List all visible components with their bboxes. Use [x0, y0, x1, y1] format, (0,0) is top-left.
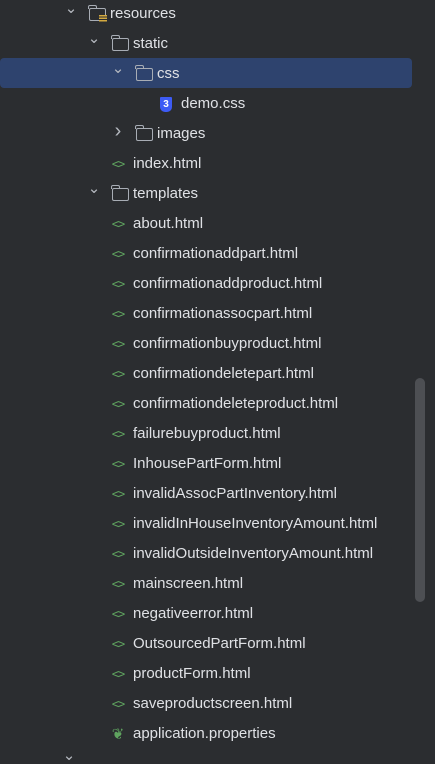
html-file-icon: <> [111, 157, 125, 171]
tree-item-label: negativeerror.html [133, 604, 254, 622]
html-file-icon: <> [111, 337, 125, 351]
html-file-icon: <> [111, 697, 125, 711]
tree-item[interactable]: 3 demo.css [0, 88, 412, 118]
tree-item-label: mainscreen.html [133, 574, 244, 592]
tree-item-label: confirmationbuyproduct.html [133, 334, 322, 352]
html-file-icon: <> [111, 427, 125, 441]
html-file-icon: <> [111, 517, 125, 531]
tree-item[interactable]: <> confirmationdeleteproduct.html [0, 388, 412, 418]
tree-item[interactable]: <> mainscreen.html [0, 568, 412, 598]
tree-item-label: confirmationaddproduct.html [133, 274, 323, 292]
html-file-icon: <> [111, 487, 125, 501]
tree-item-label: saveproductscreen.html [133, 694, 293, 712]
tree-item-label: failurebuyproduct.html [133, 424, 281, 442]
chevron-down-icon[interactable]: ⌄ [87, 180, 101, 197]
tree-item[interactable]: ⌄ resources [0, 0, 412, 28]
html-file-icon: <> [111, 457, 125, 471]
tree-item-label: images [157, 124, 206, 142]
tree-item[interactable]: <> confirmationassocpart.html [0, 298, 412, 328]
html-file-icon: <> [111, 607, 125, 621]
tree-item[interactable]: <> saveproductscreen.html [0, 688, 412, 718]
folder-icon [134, 124, 153, 142]
tree-item-label: css [157, 64, 180, 82]
spring-properties-icon: ❦ [111, 726, 125, 743]
tree-item-label: OutsourcedPartForm.html [133, 634, 306, 652]
html-file-icon: <> [111, 547, 125, 561]
html-file-icon: <> [111, 397, 125, 411]
html-file-icon: <> [111, 577, 125, 591]
html-file-icon: <> [111, 637, 125, 651]
tree-item[interactable]: ⌄ css [0, 58, 412, 88]
tree-item[interactable]: <> about.html [0, 208, 412, 238]
tree-item-label: demo.css [181, 94, 246, 112]
tree-item[interactable]: <> confirmationaddpart.html [0, 238, 412, 268]
tree-item-label: InhousePartForm.html [133, 454, 282, 472]
html-file-icon: <> [111, 307, 125, 321]
tree-item-label: about.html [133, 214, 204, 232]
tree-item[interactable]: ⌄ templates [0, 178, 412, 208]
html-file-icon: <> [111, 667, 125, 681]
tree-item[interactable]: <> InhousePartForm.html [0, 448, 412, 478]
tree-item[interactable]: <> negativeerror.html [0, 598, 412, 628]
chevron-right-icon[interactable]: › [111, 120, 125, 142]
tree-item[interactable]: <> invalidInHouseInventoryAmount.html [0, 508, 412, 538]
tree-item-label: confirmationassocpart.html [133, 304, 313, 322]
tree-item-label: resources [110, 4, 176, 22]
html-file-icon: <> [111, 247, 125, 261]
tree-item[interactable]: <> confirmationdeletepart.html [0, 358, 412, 388]
vertical-scrollbar[interactable] [415, 378, 425, 602]
tree-item[interactable]: <> productForm.html [0, 658, 412, 688]
tree-item-label: confirmationdeletepart.html [133, 364, 314, 382]
tree-item[interactable]: <> index.html [0, 148, 412, 178]
tree-item-label: index.html [133, 154, 202, 172]
folder-icon [110, 184, 129, 202]
tree-item-label: productForm.html [133, 664, 251, 682]
tree-item[interactable]: <> failurebuyproduct.html [0, 418, 412, 448]
tree-item[interactable]: ❦ application.properties [0, 718, 412, 748]
tree-item[interactable]: ⌄ static [0, 28, 412, 58]
tree-item[interactable]: <> invalidOutsideInventoryAmount.html [0, 538, 412, 568]
css-file-icon: 3 [157, 96, 175, 112]
html-file-icon: <> [111, 217, 125, 231]
tree-item[interactable]: <> OutsourcedPartForm.html [0, 628, 412, 658]
chevron-down-icon[interactable]: ⌄ [62, 747, 76, 764]
chevron-down-icon[interactable]: ⌄ [87, 30, 101, 47]
folder-icon [87, 4, 107, 22]
html-file-icon: <> [111, 367, 125, 381]
tree-item-label: confirmationaddpart.html [133, 244, 299, 262]
tree-item-label: invalidInHouseInventoryAmount.html [133, 514, 378, 532]
tree-item[interactable]: <> confirmationaddproduct.html [0, 268, 412, 298]
folder-icon [110, 34, 129, 52]
tree-item[interactable]: <> confirmationbuyproduct.html [0, 328, 412, 358]
tree-item-label: application.properties [133, 724, 276, 742]
html-file-icon: <> [111, 277, 125, 291]
chevron-down-icon[interactable]: ⌄ [64, 0, 78, 17]
chevron-down-icon[interactable]: ⌄ [111, 60, 125, 77]
tree-item[interactable]: › images [0, 118, 412, 148]
tree-item-label: invalidAssocPartInventory.html [133, 484, 337, 502]
folder-icon [134, 64, 153, 82]
tree-item-label: static [133, 34, 169, 52]
tree-item-label: invalidOutsideInventoryAmount.html [133, 544, 374, 562]
tree-item[interactable]: <> invalidAssocPartInventory.html [0, 478, 412, 508]
tree-item-label: confirmationdeleteproduct.html [133, 394, 339, 412]
tree-item-label: templates [133, 184, 199, 202]
